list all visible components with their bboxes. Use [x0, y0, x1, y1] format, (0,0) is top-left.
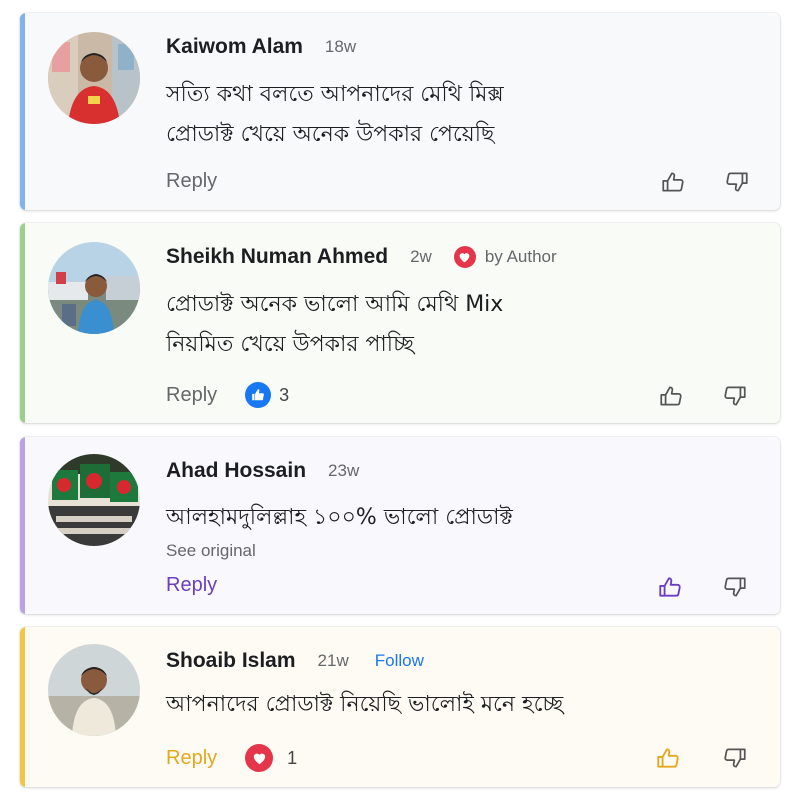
card-accent-bar	[20, 223, 25, 423]
comment-header: Sheikh Numan Ahmed 2w by Author	[166, 245, 557, 269]
thumbs-up-icon[interactable]	[653, 743, 683, 773]
thumbs-up-icon[interactable]	[658, 167, 688, 197]
timestamp[interactable]: 21w	[318, 651, 349, 671]
comment-text: প্রোডাক্ট অনেক ভালো আমি মেথি Mix নিয়মিত…	[166, 285, 503, 365]
like-icon	[245, 382, 272, 408]
thumbs-down-icon[interactable]	[720, 743, 750, 773]
avatar[interactable]	[48, 644, 140, 736]
comment-text: আলহামদুলিল্লাহ ১০০% ভালো প্রোডাক্ট	[166, 498, 513, 538]
thumbs-down-icon[interactable]	[720, 572, 750, 602]
comment-feed: Kaiwom Alam 18w সত্যি কথা বলতে আপনাদের ম…	[0, 0, 800, 800]
author-name[interactable]: Sheikh Numan Ahmed	[166, 245, 388, 269]
comment-line: প্রোডাক্ট খেয়ে অনেক উপকার পেয়েছি	[166, 122, 495, 147]
comment-actions: Reply	[166, 574, 217, 597]
reply-button[interactable]: Reply	[166, 170, 217, 193]
comment-card: Kaiwom Alam 18w সত্যি কথা বলতে আপনাদের ম…	[20, 13, 780, 210]
avatar[interactable]	[48, 454, 140, 546]
timestamp[interactable]: 23w	[328, 461, 359, 481]
thumbs-down-icon[interactable]	[720, 381, 750, 411]
card-accent-bar	[20, 627, 25, 787]
author-name[interactable]: Ahad Hossain	[166, 459, 306, 483]
comment-text: আপনাদের প্রোডাক্ট নিয়েছি ভালোই মনে হচ্ছ…	[166, 685, 563, 725]
reply-button[interactable]: Reply	[166, 747, 217, 770]
comment-line: নিয়মিত খেয়ে উপকার পাচ্ছি	[166, 332, 414, 357]
comment-line: সত্যি কথা বলতে আপনাদের মেথি মিক্স	[166, 82, 504, 107]
card-accent-bar	[20, 13, 25, 210]
comment-line: প্রোডাক্ট অনেক ভালো আমি মেথি Mix	[166, 292, 504, 317]
thumbs-up-icon[interactable]	[655, 572, 685, 602]
comment-header: Shoaib Islam 21w Follow	[166, 649, 424, 673]
thumbs-down-icon[interactable]	[722, 167, 752, 197]
timestamp[interactable]: 18w	[325, 37, 356, 57]
comment-actions: Reply 3	[166, 382, 289, 408]
timestamp[interactable]: 2w	[410, 247, 432, 267]
author-badge: by Author	[453, 246, 557, 268]
reaction-summary[interactable]: 1	[245, 744, 297, 772]
comment-header: Ahad Hossain 23w	[166, 459, 359, 483]
reply-button[interactable]: Reply	[166, 574, 217, 597]
avatar[interactable]	[48, 242, 140, 334]
heart-icon	[245, 744, 274, 772]
reaction-count: 1	[287, 747, 298, 768]
comment-card: Ahad Hossain 23w আলহামদুলিল্লাহ ১০০% ভাল…	[20, 437, 780, 614]
heart-icon	[453, 246, 476, 268]
follow-button[interactable]: Follow	[375, 651, 424, 671]
comment-line: আলহামদুলিল্লাহ ১০০% ভালো প্রোডাক্ট	[166, 505, 513, 530]
comment-actions: Reply	[166, 170, 217, 193]
author-badge-label: by Author	[484, 247, 557, 266]
thumbs-up-icon[interactable]	[656, 381, 686, 411]
see-original-link[interactable]: See original	[166, 541, 256, 561]
comment-actions: Reply 1	[166, 744, 297, 772]
comment-card: Shoaib Islam 21w Follow আপনাদের প্রোডাক্…	[20, 627, 780, 787]
avatar[interactable]	[48, 32, 140, 124]
reaction-summary[interactable]: 3	[245, 382, 289, 408]
card-accent-bar	[20, 437, 25, 614]
author-name[interactable]: Kaiwom Alam	[166, 35, 303, 59]
reaction-count: 3	[279, 384, 290, 405]
reply-button[interactable]: Reply	[166, 384, 217, 407]
author-name[interactable]: Shoaib Islam	[166, 649, 296, 673]
comment-card: Sheikh Numan Ahmed 2w by Author প্রোডাক্…	[20, 223, 780, 423]
comment-header: Kaiwom Alam 18w	[166, 35, 356, 59]
comment-line: আপনাদের প্রোডাক্ট নিয়েছি ভালোই মনে হচ্ছ…	[166, 692, 564, 717]
comment-text: সত্যি কথা বলতে আপনাদের মেথি মিক্স প্রোডা…	[166, 75, 504, 155]
